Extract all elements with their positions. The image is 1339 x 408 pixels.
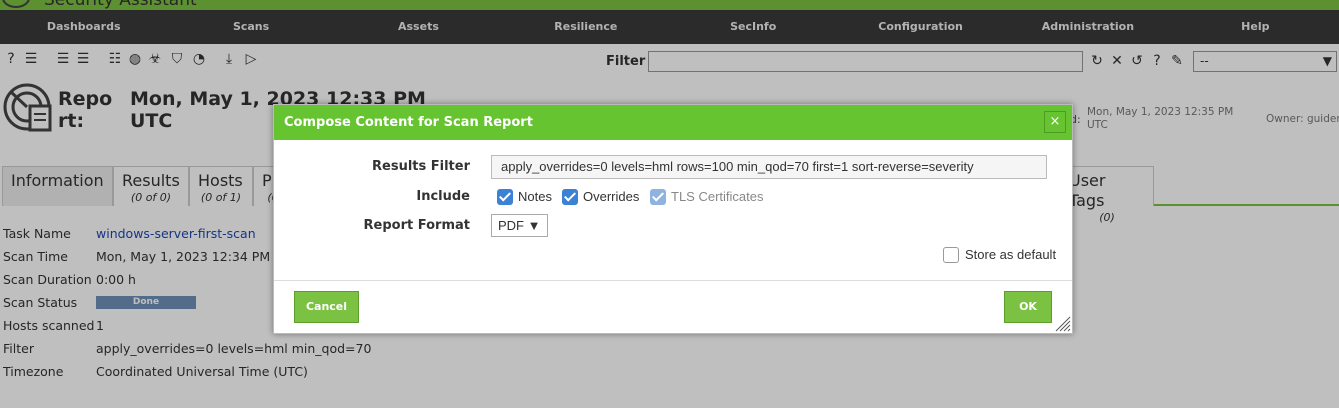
store-default-checkbox[interactable] xyxy=(943,247,959,263)
dialog-divider xyxy=(274,280,1072,281)
store-default-label: Store as default xyxy=(965,247,1057,262)
compose-content-dialog: Compose Content for Scan Report × Result… xyxy=(273,104,1073,334)
ok-button[interactable]: OK xyxy=(1004,291,1052,323)
dialog-header: Compose Content for Scan Report × xyxy=(274,105,1072,140)
dialog-title: Compose Content for Scan Report xyxy=(284,115,533,130)
tls-certificates-checkbox xyxy=(650,189,666,205)
notes-checkbox[interactable] xyxy=(497,189,513,205)
report-format-label: Report Format xyxy=(363,218,470,233)
report-format-select[interactable]: PDF ▼ xyxy=(491,214,548,237)
close-button[interactable]: × xyxy=(1044,111,1066,133)
overrides-checkbox[interactable] xyxy=(562,189,578,205)
overrides-checkbox-label: Overrides xyxy=(583,189,640,204)
cancel-button[interactable]: Cancel xyxy=(294,291,359,323)
tls-certificates-checkbox-label: TLS Certificates xyxy=(671,189,764,204)
include-label: Include xyxy=(416,189,470,204)
results-filter-input[interactable]: apply_overrides=0 levels=hml rows=100 mi… xyxy=(491,155,1047,179)
resize-handle-icon[interactable] xyxy=(1053,314,1071,332)
results-filter-label: Results Filter xyxy=(372,159,470,174)
notes-checkbox-label: Notes xyxy=(518,189,552,204)
